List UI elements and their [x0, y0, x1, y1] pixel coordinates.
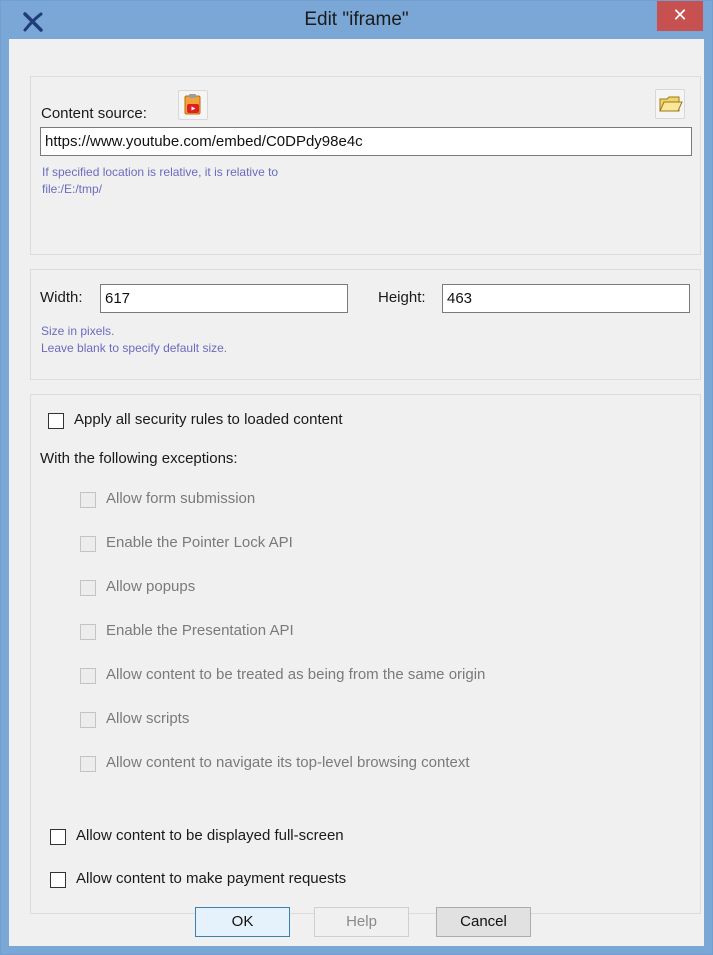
checkbox-box[interactable]: [80, 668, 96, 684]
dialog-body: Content source: If specified location is…: [9, 39, 704, 946]
checkbox-box[interactable]: [80, 492, 96, 508]
checkbox-label: Allow content to make payment requests: [76, 870, 347, 887]
source-hint-line1: If specified location is relative, it is…: [42, 165, 279, 179]
size-hint-line2: Leave blank to specify default size.: [41, 341, 228, 355]
checkbox-label: Allow form submission: [106, 490, 256, 507]
size-hint-line1: Size in pixels.: [41, 324, 115, 338]
checkbox-box[interactable]: [80, 712, 96, 728]
content-source-panel: Content source: If specified location is…: [30, 76, 701, 255]
cancel-button[interactable]: Cancel: [436, 907, 531, 937]
checkbox-label: Enable the Pointer Lock API: [106, 534, 293, 551]
checkbox-box[interactable]: [80, 580, 96, 596]
size-panel: Width: Height: Size in pixels. Leave bla…: [30, 269, 701, 380]
checkbox-box[interactable]: [80, 624, 96, 640]
width-input[interactable]: [100, 284, 348, 313]
checkbox-box[interactable]: [50, 829, 66, 845]
browse-file-button[interactable]: [655, 89, 685, 119]
ok-button[interactable]: OK: [195, 907, 290, 937]
checkbox-box[interactable]: [48, 413, 64, 429]
checkbox-label: Apply all security rules to loaded conte…: [74, 411, 343, 428]
clipboard-video-icon: [184, 94, 201, 115]
help-button[interactable]: Help: [314, 907, 409, 937]
folder-icon: [659, 96, 683, 112]
content-source-url-input[interactable]: [40, 127, 692, 156]
content-source-label: Content source:: [41, 105, 147, 122]
checkbox-box[interactable]: [80, 536, 96, 552]
source-hint-line2: file:/E:/tmp/: [42, 182, 103, 196]
security-panel: Apply all security rules to loaded conte…: [30, 394, 701, 914]
height-input[interactable]: [442, 284, 690, 313]
title-bar: Edit "iframe" ✕: [1, 1, 712, 39]
window-title: Edit "iframe": [304, 9, 409, 30]
checkbox-box[interactable]: [50, 872, 66, 888]
paste-url-button[interactable]: [178, 90, 208, 120]
checkbox-label: Allow popups: [106, 578, 196, 595]
height-label: Height:: [378, 289, 426, 306]
checkbox-label: Enable the Presentation API: [106, 622, 294, 639]
exceptions-heading: With the following exceptions:: [40, 450, 238, 467]
checkbox-label: Allow scripts: [106, 710, 190, 727]
checkbox-label: Allow content to be displayed full-scree…: [76, 827, 344, 844]
checkbox-label: Allow content to be treated as being fro…: [106, 666, 486, 683]
dialog-window: Edit "iframe" ✕ Content source: https://…: [0, 0, 713, 955]
checkbox-label: Allow content to navigate its top-level …: [106, 754, 470, 771]
width-label: Width:: [40, 289, 83, 306]
close-button[interactable]: ✕: [657, 1, 703, 31]
checkbox-box[interactable]: [80, 756, 96, 772]
